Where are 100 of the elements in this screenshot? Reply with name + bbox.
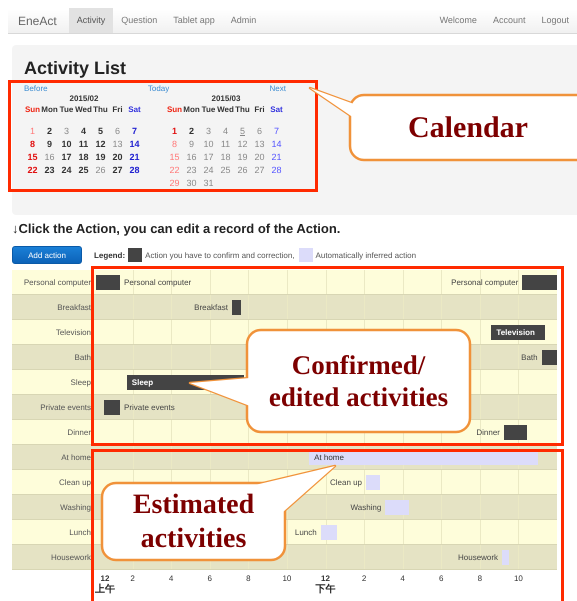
weekday-label: Sun: [24, 104, 41, 116]
activity-bar[interactable]: [232, 300, 241, 315]
calendar-day[interactable]: 1: [30, 126, 35, 136]
row-label: Washing: [60, 502, 91, 512]
calendar-day[interactable]: 27: [254, 165, 264, 175]
calendar-day[interactable]: 12: [237, 139, 248, 149]
calendar-day[interactable]: 13: [254, 139, 264, 149]
nav-link[interactable]: Welcome: [432, 8, 485, 33]
calendar-day[interactable]: 6: [256, 126, 262, 136]
calendar-day[interactable]: 22: [169, 165, 180, 175]
calendar-day[interactable]: 21: [129, 152, 140, 162]
nav-link[interactable]: Logout: [533, 8, 577, 33]
calendar-day[interactable]: 9: [46, 139, 52, 149]
legend-title: Legend:: [94, 250, 126, 260]
bar-label: Clean up: [330, 477, 362, 488]
month-title: 2015/02: [68, 93, 100, 104]
nav-tab[interactable]: Tablet app: [165, 8, 223, 33]
bar-label: Housework: [458, 552, 498, 563]
calendar-day[interactable]: 18: [220, 152, 230, 162]
calendar-day[interactable]: 28: [271, 165, 282, 175]
calendar-day[interactable]: 15: [169, 152, 180, 162]
calendar-day[interactable]: 4: [80, 126, 86, 136]
calendar-day[interactable]: 8: [172, 139, 177, 149]
activity-bar[interactable]: [504, 425, 528, 440]
calendar-day[interactable]: 15: [27, 152, 38, 162]
bar-label: Breakfast: [194, 302, 228, 313]
calendar-day[interactable]: 27: [112, 165, 122, 175]
bar-label: Bath: [521, 352, 538, 363]
calendar-day[interactable]: 17: [203, 152, 214, 162]
calendar-day[interactable]: 24: [203, 165, 214, 175]
calendar-day[interactable]: 12: [95, 139, 106, 149]
nav-tab[interactable]: Question: [113, 8, 166, 33]
calendar-day[interactable]: 5: [240, 126, 245, 136]
calendar-day[interactable]: 25: [220, 165, 230, 175]
axis-tick-label: 8: [246, 573, 251, 584]
calendar-day[interactable]: 16: [186, 152, 196, 162]
calendar-day[interactable]: 23: [44, 165, 54, 175]
calendar-day[interactable]: 13: [112, 139, 122, 149]
bar-label: Washing: [350, 502, 382, 513]
axis-tick-label: 2: [362, 573, 366, 584]
calendar-day[interactable]: 4: [222, 126, 228, 136]
calendar-day[interactable]: 17: [61, 152, 72, 162]
calendar-day[interactable]: 30: [186, 178, 196, 188]
axis-tick-label: 12: [100, 573, 110, 584]
calendar-day[interactable]: 6: [114, 126, 120, 136]
activity-bar[interactable]: [542, 350, 557, 365]
calendar-day[interactable]: 31: [203, 178, 214, 188]
calendar-day[interactable]: 2: [46, 126, 52, 136]
calendar-day[interactable]: 7: [132, 126, 137, 136]
calendar-day[interactable]: 16: [44, 152, 54, 162]
next-link[interactable]: Next: [270, 84, 286, 93]
calendar-day[interactable]: 26: [237, 165, 248, 175]
calendar-day[interactable]: 24: [61, 165, 72, 175]
instruction-text: ↓Click the Action, you can edit a record of the Action.: [12, 221, 342, 237]
calendar-day[interactable]: 3: [64, 126, 69, 136]
activity-bar[interactable]: [96, 275, 120, 290]
calendar-day[interactable]: 28: [129, 165, 140, 175]
calendar-day[interactable]: 29: [169, 178, 180, 188]
callout-text: Estimated activities: [132, 488, 254, 556]
calendar-day[interactable]: 19: [95, 152, 106, 162]
calendar-day[interactable]: 8: [30, 139, 35, 149]
calendar-day[interactable]: 7: [274, 126, 279, 136]
calendar-day[interactable]: 10: [61, 139, 72, 149]
row-label: Personal computer: [24, 278, 91, 286]
nav-link[interactable]: Account: [484, 8, 534, 33]
calendar-day[interactable]: 14: [129, 139, 140, 149]
calendar-day[interactable]: 22: [27, 165, 38, 175]
nav-tab[interactable]: Admin: [222, 8, 264, 33]
weekday-label: Mon: [41, 104, 58, 116]
calendar-day[interactable]: 5: [98, 126, 103, 136]
activity-bar[interactable]: Television: [491, 325, 546, 340]
calendar-day[interactable]: 21: [271, 152, 282, 162]
calendar-day[interactable]: 26: [95, 165, 106, 175]
previous-link[interactable]: Before: [24, 84, 48, 93]
add-action-button[interactable]: Add action: [12, 246, 82, 264]
calendar-day[interactable]: 11: [220, 139, 230, 149]
brand-link[interactable]: EneAct: [8, 14, 69, 28]
axis-tick-label: 4: [400, 573, 405, 584]
weekday-label: Thu: [92, 104, 109, 116]
nav-tab[interactable]: Activity: [68, 8, 114, 33]
calendar-day[interactable]: 3: [206, 126, 211, 136]
calendar-day[interactable]: 11: [78, 139, 88, 149]
calendar-day[interactable]: 14: [271, 139, 282, 149]
calendar-day[interactable]: 10: [203, 139, 214, 149]
calendar-day[interactable]: 18: [78, 152, 88, 162]
calendar-day[interactable]: 20: [254, 152, 264, 162]
calendar-day[interactable]: 25: [78, 165, 88, 175]
calendar-day[interactable]: 2: [188, 126, 194, 136]
calendar-day[interactable]: 1: [172, 126, 177, 136]
callout-text: Confirmed/ edited activities: [268, 348, 448, 414]
calendar-day[interactable]: 20: [112, 152, 122, 162]
today-link[interactable]: Today: [148, 84, 170, 93]
calendar-day[interactable]: 23: [186, 165, 196, 175]
activity-bar[interactable]: [104, 400, 120, 415]
row-label: Bath: [74, 352, 91, 362]
calendar-day[interactable]: 19: [237, 152, 248, 162]
axis-tick-label: 4: [168, 573, 174, 584]
row-label: Lunch: [69, 528, 91, 536]
calendar-day[interactable]: 9: [188, 139, 194, 149]
row-label: Private events: [40, 402, 91, 412]
